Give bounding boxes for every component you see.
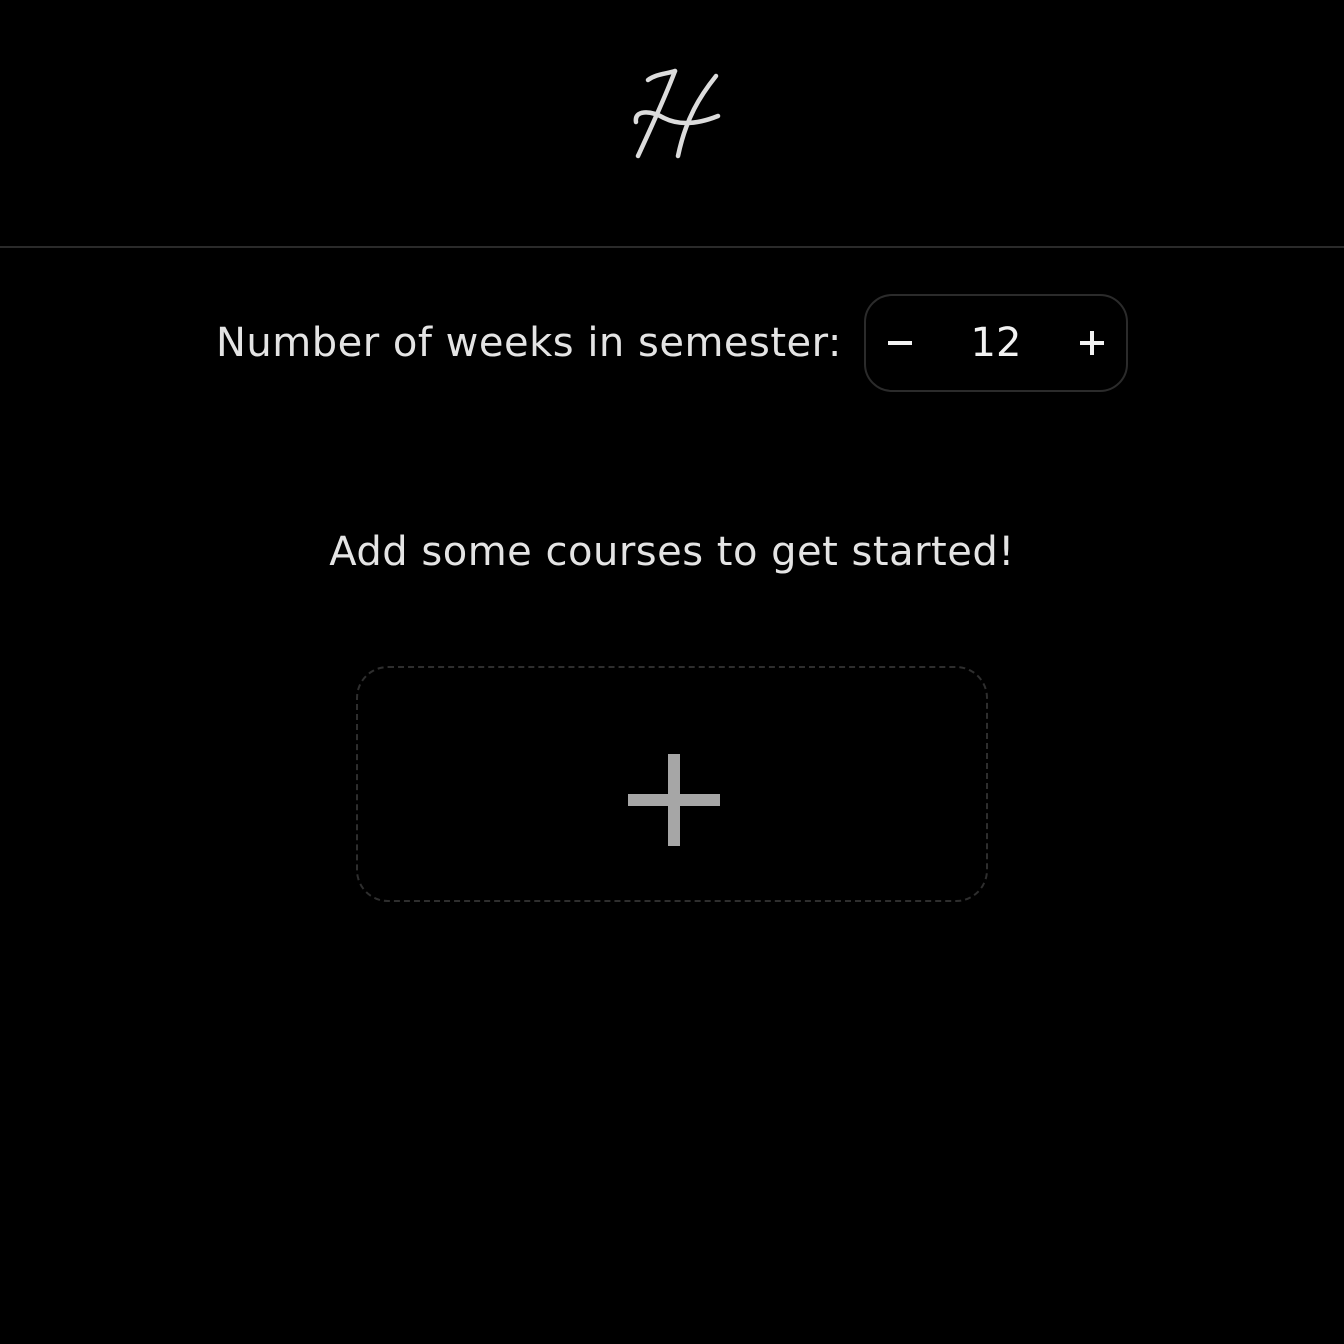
add-course-button[interactable] bbox=[356, 666, 988, 902]
weeks-input[interactable] bbox=[936, 296, 1056, 390]
decrement-weeks-button[interactable] bbox=[868, 296, 932, 390]
weeks-setting-row: Number of weeks in semester: bbox=[0, 294, 1344, 392]
script-h-logo-icon bbox=[633, 68, 721, 159]
header bbox=[0, 0, 1344, 248]
plus-icon bbox=[628, 754, 720, 846]
plus-icon bbox=[1080, 331, 1104, 355]
empty-courses-message: Add some courses to get started! bbox=[329, 529, 1015, 575]
minus-icon bbox=[888, 341, 912, 345]
weeks-label: Number of weeks in semester: bbox=[216, 320, 842, 366]
increment-weeks-button[interactable] bbox=[1060, 296, 1124, 390]
page: Number of weeks in semester: Add some co… bbox=[0, 0, 1344, 1344]
logo[interactable] bbox=[628, 62, 724, 166]
weeks-stepper bbox=[864, 294, 1128, 392]
